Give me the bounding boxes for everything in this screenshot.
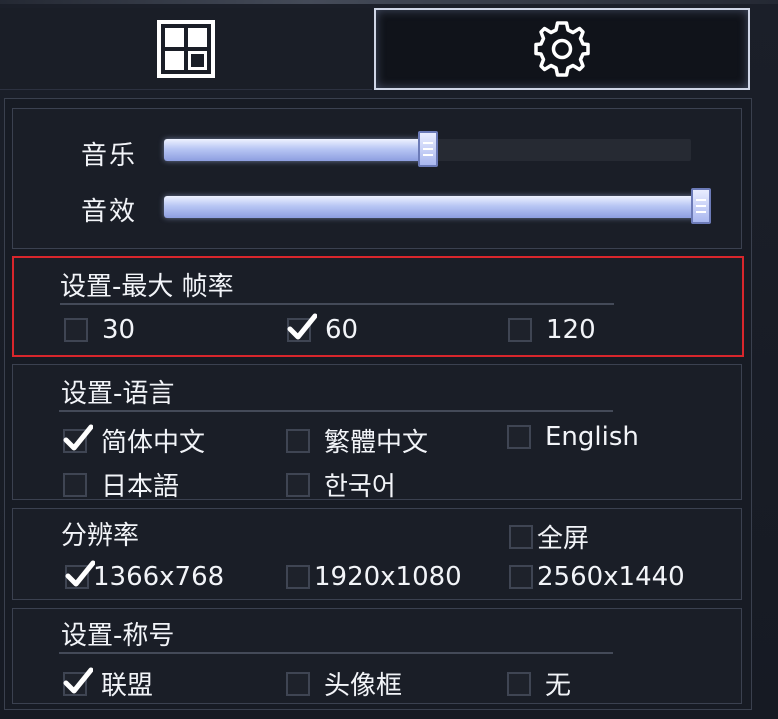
music-label: 音乐: [81, 141, 138, 171]
language-divider: [59, 410, 613, 412]
option-label: 日本語: [101, 472, 180, 502]
option-label: 联盟: [101, 671, 154, 701]
option-label: 无: [545, 671, 572, 701]
top-edge: [0, 0, 778, 4]
option-label: 1366x768: [93, 562, 225, 592]
framerate-title: 设置-最大 帧率: [60, 272, 234, 302]
option-label: 简体中文: [101, 428, 206, 458]
language-option-japanese[interactable]: 日本語: [63, 466, 179, 503]
checkbox[interactable]: [286, 472, 310, 497]
language-option-english[interactable]: English: [507, 422, 639, 452]
checkbox[interactable]: [63, 424, 93, 453]
option-label: 全屏: [537, 524, 590, 554]
checkbox[interactable]: [509, 565, 533, 589]
language-option-simplified-chinese[interactable]: 简体中文: [63, 422, 205, 459]
framerate-option-30[interactable]: 30: [64, 315, 135, 345]
option-label: 120: [546, 315, 596, 345]
language-title: 设置-语言: [61, 379, 175, 409]
framerate-divider: [60, 303, 614, 305]
sfx-slider-handle[interactable]: [691, 188, 711, 224]
checkbox[interactable]: [509, 524, 533, 549]
resolution-option-1366x768[interactable]: 1366x768: [65, 560, 225, 592]
sfx-slider[interactable]: [164, 188, 711, 224]
checkbox[interactable]: [507, 425, 531, 449]
option-label: 头像框: [324, 671, 403, 701]
checkbox[interactable]: [286, 565, 310, 589]
title-option-alliance[interactable]: 联盟: [63, 665, 153, 702]
language-section: 设置-语言 简体中文 繁體中文 English 日本語 한국어: [12, 364, 742, 503]
resolution-option-1920x1080[interactable]: 1920x1080: [286, 562, 462, 592]
checkbox[interactable]: [286, 428, 310, 453]
checkbox[interactable]: [65, 560, 95, 589]
check-mark-icon: [63, 667, 93, 693]
title-option-avatar-frame[interactable]: 头像框: [286, 665, 402, 702]
sfx-label: 音效: [81, 197, 138, 227]
option-label: 한국어: [324, 472, 396, 502]
music-slider-fill: [164, 139, 428, 161]
checkbox[interactable]: [286, 671, 310, 696]
option-label: 1920x1080: [314, 562, 462, 592]
option-label: 30: [102, 315, 136, 345]
fullscreen-option[interactable]: 全屏: [509, 518, 589, 555]
title-option-none[interactable]: 无: [507, 665, 571, 702]
tab-settings[interactable]: [374, 8, 750, 90]
music-slider[interactable]: [164, 131, 691, 167]
framerate-option-60[interactable]: 60: [287, 313, 359, 345]
title-badge-title: 设置-称号: [61, 621, 175, 651]
checkbox[interactable]: [508, 318, 532, 342]
gear-icon: [531, 18, 593, 80]
title-badge-divider: [59, 652, 613, 654]
grid-layout-icon: [157, 19, 215, 78]
resolution-title: 分辨率: [61, 521, 140, 551]
check-mark-icon: [65, 560, 95, 587]
title-badge-section: 设置-称号 联盟 头像框 无: [12, 608, 742, 704]
option-label: 60: [325, 315, 359, 345]
checkbox[interactable]: [63, 472, 87, 497]
sfx-slider-fill: [164, 196, 699, 218]
checkbox[interactable]: [287, 313, 317, 342]
check-mark-icon: [287, 313, 317, 340]
checkbox[interactable]: [63, 667, 93, 696]
resolution-option-2560x1440[interactable]: 2560x1440: [509, 562, 685, 592]
resolution-section: 分辨率 全屏 1366x768 1920x1080 2560x1440: [12, 508, 742, 600]
tab-layout[interactable]: [0, 8, 372, 90]
option-label: English: [545, 422, 639, 452]
language-option-korean[interactable]: 한국어: [286, 466, 396, 503]
option-label: 繁體中文: [324, 428, 429, 458]
checkbox[interactable]: [64, 318, 88, 342]
framerate-option-120[interactable]: 120: [508, 315, 596, 345]
language-option-traditional-chinese[interactable]: 繁體中文: [286, 422, 428, 459]
music-slider-handle[interactable]: [418, 131, 438, 167]
checkbox[interactable]: [507, 671, 531, 696]
check-mark-icon: [63, 424, 93, 450]
settings-window: 音乐 音效 设置-最大 帧率 30 60 120 设置-语言 简体中文 繁體中文…: [0, 0, 778, 719]
audio-section: 音乐 音效: [12, 108, 742, 249]
option-label: 2560x1440: [537, 562, 685, 592]
framerate-section: 设置-最大 帧率 30 60 120: [12, 256, 744, 357]
